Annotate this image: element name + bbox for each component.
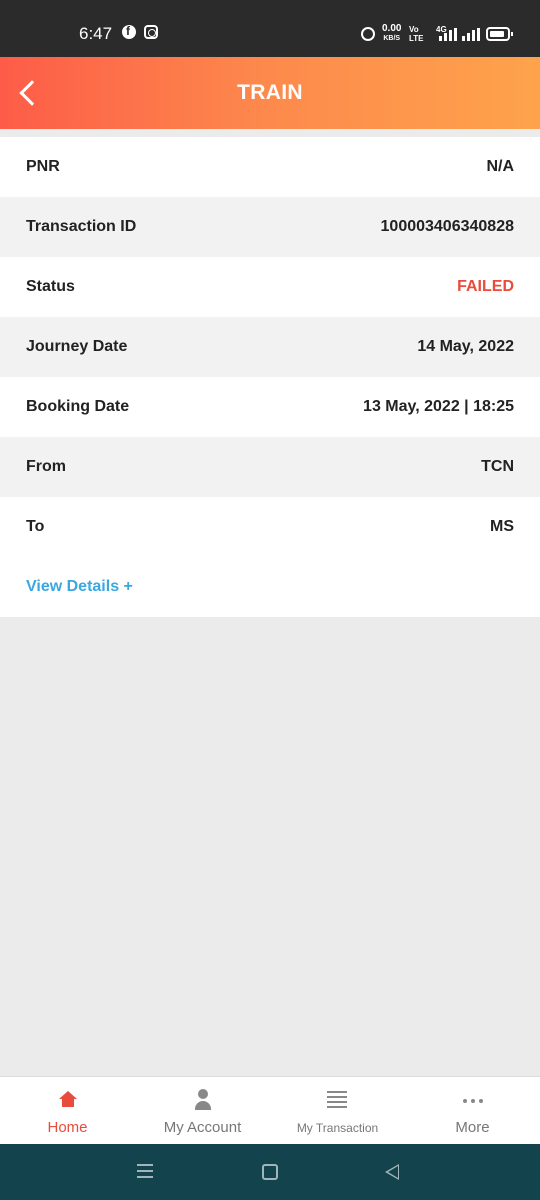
menu-icon[interactable] (137, 1164, 153, 1178)
view-details-link[interactable]: View Details + (26, 578, 133, 596)
detail-row-status: Status FAILED (0, 257, 540, 317)
detail-label: Transaction ID (26, 218, 137, 235)
page-title: TRAIN (237, 81, 303, 104)
detail-row-from: From TCN (0, 437, 540, 497)
detail-label: Journey Date (26, 338, 128, 355)
nav-label: My Transaction (296, 1121, 379, 1135)
detail-label: Status (26, 278, 75, 295)
nav-item-home[interactable]: Home (0, 1077, 135, 1144)
signal-icon-2 (462, 28, 480, 41)
detail-value: TCN (481, 458, 514, 475)
page: 6:47 0.00 KB/S Vo LTE 4G TRAIN PNR N/A (0, 0, 540, 1200)
back-triangle-icon[interactable] (385, 1164, 399, 1180)
detail-value: 13 May, 2022 | 18:25 (363, 398, 514, 415)
status-badge: FAILED (457, 278, 514, 295)
detail-value: MS (490, 518, 514, 535)
system-nav-bar (0, 1144, 540, 1200)
status-bar: 6:47 0.00 KB/S Vo LTE 4G (0, 0, 540, 57)
network-speed-value: 0.00 (382, 23, 402, 34)
detail-row-journey-date: Journey Date 14 May, 2022 (0, 317, 540, 377)
alarm-icon (361, 27, 375, 41)
home-square-icon[interactable] (262, 1164, 278, 1180)
volte-line2: LTE (409, 34, 424, 43)
facebook-icon (122, 24, 136, 39)
user-icon (192, 1089, 214, 1111)
signal-icon-1 (439, 28, 457, 41)
status-time: 6:47 (79, 24, 113, 43)
detail-label: Booking Date (26, 398, 130, 415)
nav-label: Home (47, 1119, 88, 1136)
volte-indicator: Vo LTE (409, 25, 424, 43)
detail-label: PNR (26, 158, 60, 175)
bottom-nav: Home My Account My Transaction More (0, 1076, 540, 1144)
detail-value: 14 May, 2022 (417, 338, 514, 355)
nav-item-my-transaction[interactable]: My Transaction (270, 1077, 405, 1144)
detail-row-pnr: PNR N/A (0, 137, 540, 197)
nav-label: My Account (163, 1119, 242, 1136)
nav-item-my-account[interactable]: My Account (135, 1077, 270, 1144)
more-dots-icon (462, 1091, 484, 1111)
home-icon (57, 1091, 79, 1111)
detail-label: From (26, 458, 66, 475)
detail-row-transaction-id: Transaction ID 100003406340828 (0, 197, 540, 257)
list-icon (326, 1091, 349, 1111)
nav-label: More (455, 1119, 490, 1136)
app-header: TRAIN (0, 57, 540, 129)
volte-line1: Vo (409, 25, 419, 34)
detail-row-booking-date: Booking Date 13 May, 2022 | 18:25 (0, 377, 540, 437)
transaction-details: PNR N/A Transaction ID 100003406340828 S… (0, 137, 540, 617)
network-speed: 0.00 KB/S (382, 24, 401, 43)
detail-value: 100003406340828 (380, 218, 514, 235)
battery-icon (486, 27, 513, 41)
network-speed-unit: KB/S (383, 35, 401, 42)
instagram-icon (144, 25, 158, 39)
view-details-row: View Details + (0, 557, 540, 617)
nav-item-more[interactable]: More (405, 1077, 540, 1144)
detail-row-to: To MS (0, 497, 540, 557)
detail-value: N/A (486, 158, 514, 175)
detail-label: To (26, 518, 45, 535)
